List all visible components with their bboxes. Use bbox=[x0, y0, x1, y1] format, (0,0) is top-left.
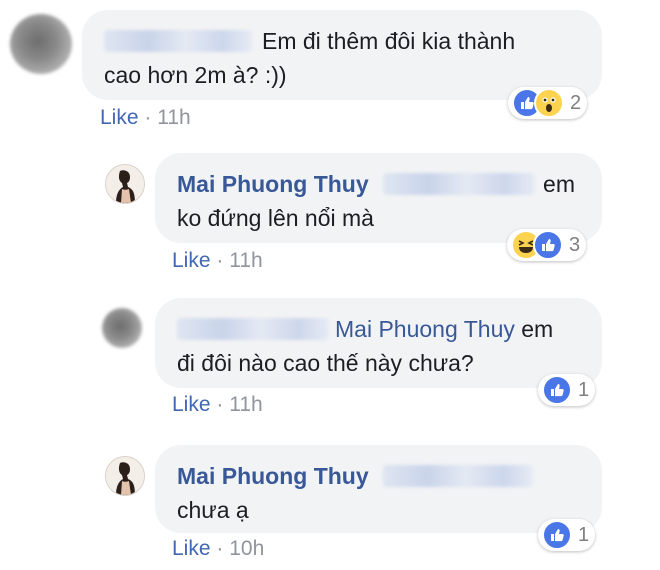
comment-text: Em đi thêm đôi kia thành bbox=[104, 24, 580, 58]
commenter-avatar-blurred[interactable] bbox=[10, 14, 72, 74]
timestamp[interactable]: 11h bbox=[157, 106, 190, 129]
comment-meta: Like · 11h bbox=[172, 249, 263, 273]
comment-text-line: cao hơn 2m à? :)) bbox=[104, 62, 287, 88]
blurred-mention[interactable] bbox=[383, 465, 534, 487]
meta-separator: · bbox=[216, 249, 224, 272]
reaction-count: 1 bbox=[578, 523, 590, 546]
wow-icon bbox=[534, 88, 564, 118]
like-button[interactable]: Like bbox=[172, 537, 211, 560]
reaction-summary[interactable]: 2 bbox=[508, 87, 588, 119]
meta-separator: · bbox=[216, 537, 224, 560]
author-avatar[interactable] bbox=[105, 164, 145, 204]
comment-meta: Like · 11h bbox=[172, 393, 263, 417]
reaction-summary[interactable]: 3 bbox=[507, 229, 587, 261]
comment-text-line: đi đôi nào cao thế này chưa? bbox=[177, 350, 474, 376]
like-button[interactable]: Like bbox=[100, 106, 139, 129]
timestamp[interactable]: 11h bbox=[229, 249, 262, 272]
reaction-count: 3 bbox=[569, 233, 581, 256]
like-button[interactable]: Like bbox=[172, 249, 211, 272]
author-name-link[interactable]: Mai Phuong Thuy bbox=[177, 463, 369, 489]
meta-separator: · bbox=[216, 393, 224, 416]
reaction-summary[interactable]: 1 bbox=[538, 374, 596, 406]
timestamp[interactable]: 10h bbox=[229, 537, 264, 560]
meta-separator: · bbox=[144, 106, 152, 129]
comment-meta: Like · 10h bbox=[172, 537, 264, 561]
reply-bubble: Mai Phuong Thuy em đi đôi nào cao thế nà… bbox=[155, 298, 602, 388]
author-avatar[interactable] bbox=[105, 456, 145, 496]
blurred-mention[interactable] bbox=[383, 173, 536, 195]
blurred-author-name[interactable] bbox=[104, 30, 252, 52]
timestamp[interactable]: 11h bbox=[229, 393, 262, 416]
like-button[interactable]: Like bbox=[172, 393, 211, 416]
profile-photo-icon bbox=[106, 165, 144, 203]
profile-photo-icon bbox=[106, 457, 144, 495]
author-name-link[interactable]: Mai Phuong Thuy bbox=[177, 171, 369, 197]
like-icon bbox=[542, 375, 572, 405]
commenter-avatar-blurred[interactable] bbox=[102, 308, 142, 348]
reply-bubble: Mai Phuong Thuy chưa ạ bbox=[155, 445, 602, 533]
comment-text-line: chưa ạ bbox=[177, 497, 249, 523]
reaction-count: 2 bbox=[570, 91, 582, 114]
comment-meta: Like · 11h bbox=[100, 106, 191, 130]
reaction-summary[interactable]: 1 bbox=[538, 519, 596, 551]
reaction-count: 1 bbox=[578, 378, 590, 401]
like-icon bbox=[542, 520, 572, 550]
like-icon bbox=[533, 230, 563, 260]
blurred-author-name[interactable] bbox=[177, 318, 329, 340]
mention-link[interactable]: Mai Phuong Thuy bbox=[335, 316, 515, 342]
